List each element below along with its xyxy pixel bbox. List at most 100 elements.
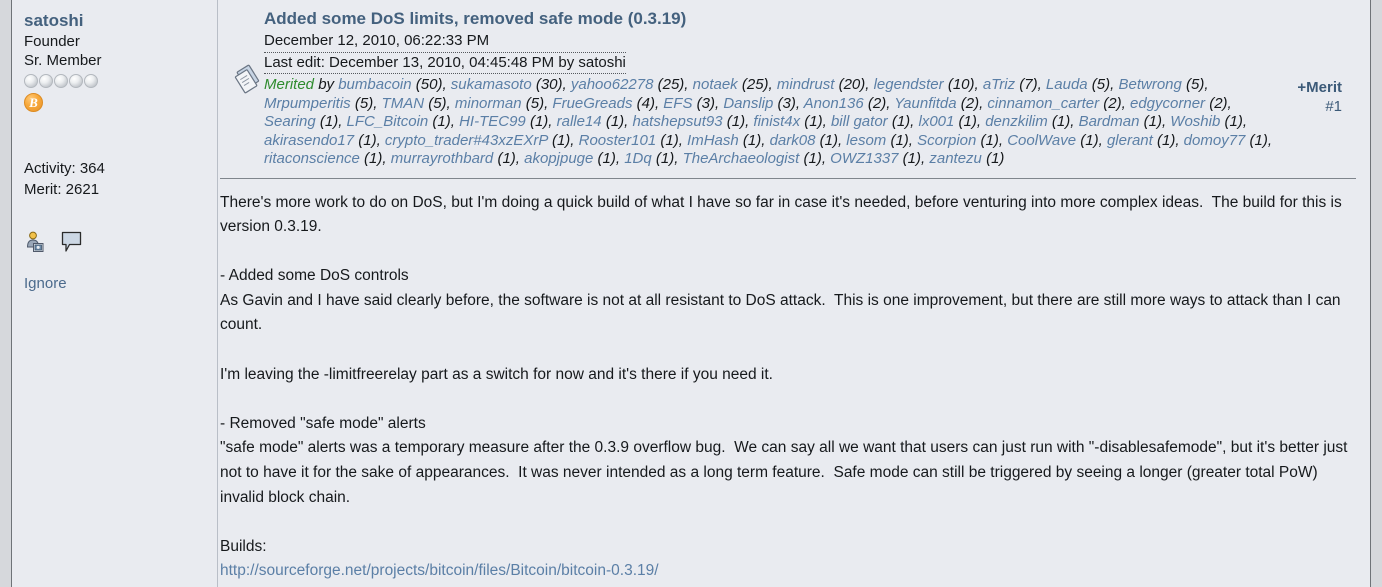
meriter-name-link[interactable]: domoy77 — [1184, 132, 1246, 149]
post-last-edit: Last edit: December 13, 2010, 04:45:48 P… — [264, 52, 626, 74]
message-bubble-icon[interactable] — [61, 230, 83, 258]
merited-label: Merited — [264, 76, 315, 93]
post-header: Added some DoS limits, removed safe mode… — [218, 0, 1370, 169]
meriter-amount: (1), — [493, 150, 525, 167]
meriter-amount: (1), — [359, 150, 391, 167]
meriter-name-link[interactable]: sukamasoto — [451, 76, 532, 93]
meriter-name-link[interactable]: 1Dq — [624, 150, 652, 167]
page-background: satoshi Founder Sr. Member B Activity: 3… — [0, 0, 1382, 587]
meriter-amount: (1), — [656, 131, 688, 149]
author-stats: Activity: 364 Merit: 2621 — [24, 158, 217, 200]
meriter-name-link[interactable]: crypto_trader#43xzEXrP — [385, 132, 548, 149]
meriter-name-link[interactable]: akirasendo17 — [264, 132, 354, 149]
meriter-amount: (1), — [886, 131, 918, 149]
meriter-amount: (1), — [1245, 131, 1273, 149]
meriter-name-link[interactable]: CoolWave — [1007, 132, 1076, 149]
merit-stamp-icon[interactable] — [230, 62, 264, 96]
meriter-name-link[interactable]: Scorpion — [917, 132, 976, 149]
meriter-amount: (1), — [651, 150, 683, 167]
meriter-amount: (1), — [1139, 113, 1171, 130]
meriter-name-link[interactable]: Betwrong — [1118, 76, 1181, 93]
meriter-amount: (5), — [350, 94, 382, 112]
meriter-amount: (5), — [424, 94, 455, 112]
meriter-name-link[interactable]: bill gator — [831, 113, 888, 130]
meriter-name-link[interactable]: ImHash — [687, 132, 739, 149]
meriter-amount: (1), — [799, 150, 831, 167]
meriter-amount: (1), — [815, 131, 847, 149]
post-container: satoshi Founder Sr. Member B Activity: 3… — [12, 0, 1370, 587]
meriter-name-link[interactable]: EFS — [663, 95, 692, 112]
meriter-name-link[interactable]: LFC_Bitcoin — [347, 113, 429, 130]
frame-rule-right — [1370, 0, 1371, 587]
meriter-amount: (2), — [1205, 94, 1232, 112]
author-username[interactable]: satoshi — [24, 10, 217, 31]
meriter-amount: (3), — [773, 94, 804, 112]
meriter-amount: (1), — [722, 113, 754, 130]
meriter-name-link[interactable]: murrayrothbard — [391, 150, 494, 167]
meriter-name-link[interactable]: TheArchaeologist — [683, 150, 800, 167]
meriter-amount: (5), — [1087, 76, 1119, 93]
merited-by-list: Merited by bumbacoin (50), sukamasoto (3… — [264, 76, 1280, 169]
user-profile-icon[interactable] — [24, 230, 48, 258]
rank-star-icon — [54, 74, 68, 88]
meriter-name-link[interactable]: Bardman — [1079, 113, 1140, 130]
meriter-name-link[interactable]: akopjpuge — [524, 150, 593, 167]
meriter-amount: (1), — [354, 131, 385, 149]
meriter-name-link[interactable]: ritaconscience — [264, 150, 360, 167]
meriter-name-link[interactable]: Anon136 — [804, 95, 864, 112]
meriter-name-link[interactable]: Lauda — [1046, 76, 1088, 93]
meriter-name-link[interactable]: mindrust — [777, 76, 835, 93]
meriter-amount: (25), — [737, 76, 777, 93]
post-number-link[interactable]: #1 — [1297, 97, 1342, 116]
author-action-icons — [24, 231, 217, 258]
meriter-name-link[interactable]: bumbacoin — [338, 76, 411, 93]
meriter-amount: (1), — [547, 131, 579, 149]
meriter-name-link[interactable]: FrueGreads — [552, 95, 632, 112]
meriter-name-link[interactable]: legendster — [874, 76, 944, 93]
post-title[interactable]: Added some DoS limits, removed safe mode… — [264, 8, 1356, 30]
meriter-name-link[interactable]: aTriz — [983, 76, 1015, 93]
meriter-name-link[interactable]: notaek — [693, 76, 738, 93]
meriter-name-link[interactable]: Danslip — [723, 95, 773, 112]
meriter-amount: (1), — [1152, 131, 1184, 149]
meriter-name-link[interactable]: yahoo62278 — [571, 76, 654, 93]
meriter-name-link[interactable]: Mrpumperitis — [264, 95, 351, 112]
bitcoin-badge-icon: B — [24, 93, 43, 112]
meriter-name-link[interactable]: cinnamon_carter — [987, 95, 1099, 112]
rank-stars — [24, 74, 217, 88]
meriter-name-link[interactable]: dark08 — [770, 132, 816, 149]
meriter-amount: (1), — [1047, 113, 1079, 130]
meriter-name-link[interactable]: Yaunfitda — [894, 95, 956, 112]
meriter-name-link[interactable]: edgycorner — [1130, 95, 1205, 112]
add-merit-button[interactable]: +Merit — [1297, 78, 1342, 97]
meriter-amount: (4), — [632, 94, 664, 112]
rank-star-icon — [69, 74, 83, 88]
meriter-name-link[interactable]: denzkilim — [985, 113, 1048, 130]
meriter-name-link[interactable]: OWZ1337 — [830, 150, 898, 167]
meriter-amount: (1), — [315, 113, 347, 130]
meriter-amount: (1), — [428, 113, 460, 130]
ignore-link[interactable]: Ignore — [24, 275, 217, 292]
meriter-name-link[interactable]: HI-TEC99 — [459, 113, 526, 130]
meriter-name-link[interactable]: Rooster101 — [579, 132, 657, 149]
meriter-name-link[interactable]: ralle14 — [557, 113, 602, 130]
meriter-name-link[interactable]: lesom — [846, 132, 886, 149]
meriter-name-link[interactable]: lx001 — [919, 113, 955, 130]
merit-area: +Merit #1 Merited by bumbacoin (50), suk… — [264, 76, 1356, 169]
rank-star-icon — [84, 74, 98, 88]
meriter-amount: (1), — [898, 150, 930, 167]
meriter-name-link[interactable]: glerant — [1107, 132, 1153, 149]
post-date: December 12, 2010, 06:22:33 PM — [264, 32, 490, 49]
build-download-link[interactable]: http://sourceforge.net/projects/bitcoin/… — [220, 562, 659, 579]
meriter-name-link[interactable]: TMAN — [382, 95, 425, 112]
meriter-amount: (7), — [1015, 76, 1046, 93]
meriter-name-link[interactable]: minorman — [455, 95, 522, 112]
meriter-amount: (1), — [593, 150, 625, 167]
meriter-name-link[interactable]: hatshepsut93 — [633, 113, 723, 130]
meriter-name-link[interactable]: zantezu — [929, 150, 982, 167]
author-rank: Sr. Member — [24, 52, 102, 69]
meriter-amount: (1), — [525, 113, 557, 130]
meriter-name-link[interactable]: Woshib — [1170, 113, 1220, 130]
meriter-name-link[interactable]: Searing — [264, 113, 316, 130]
meriter-name-link[interactable]: finist4x — [753, 113, 800, 130]
